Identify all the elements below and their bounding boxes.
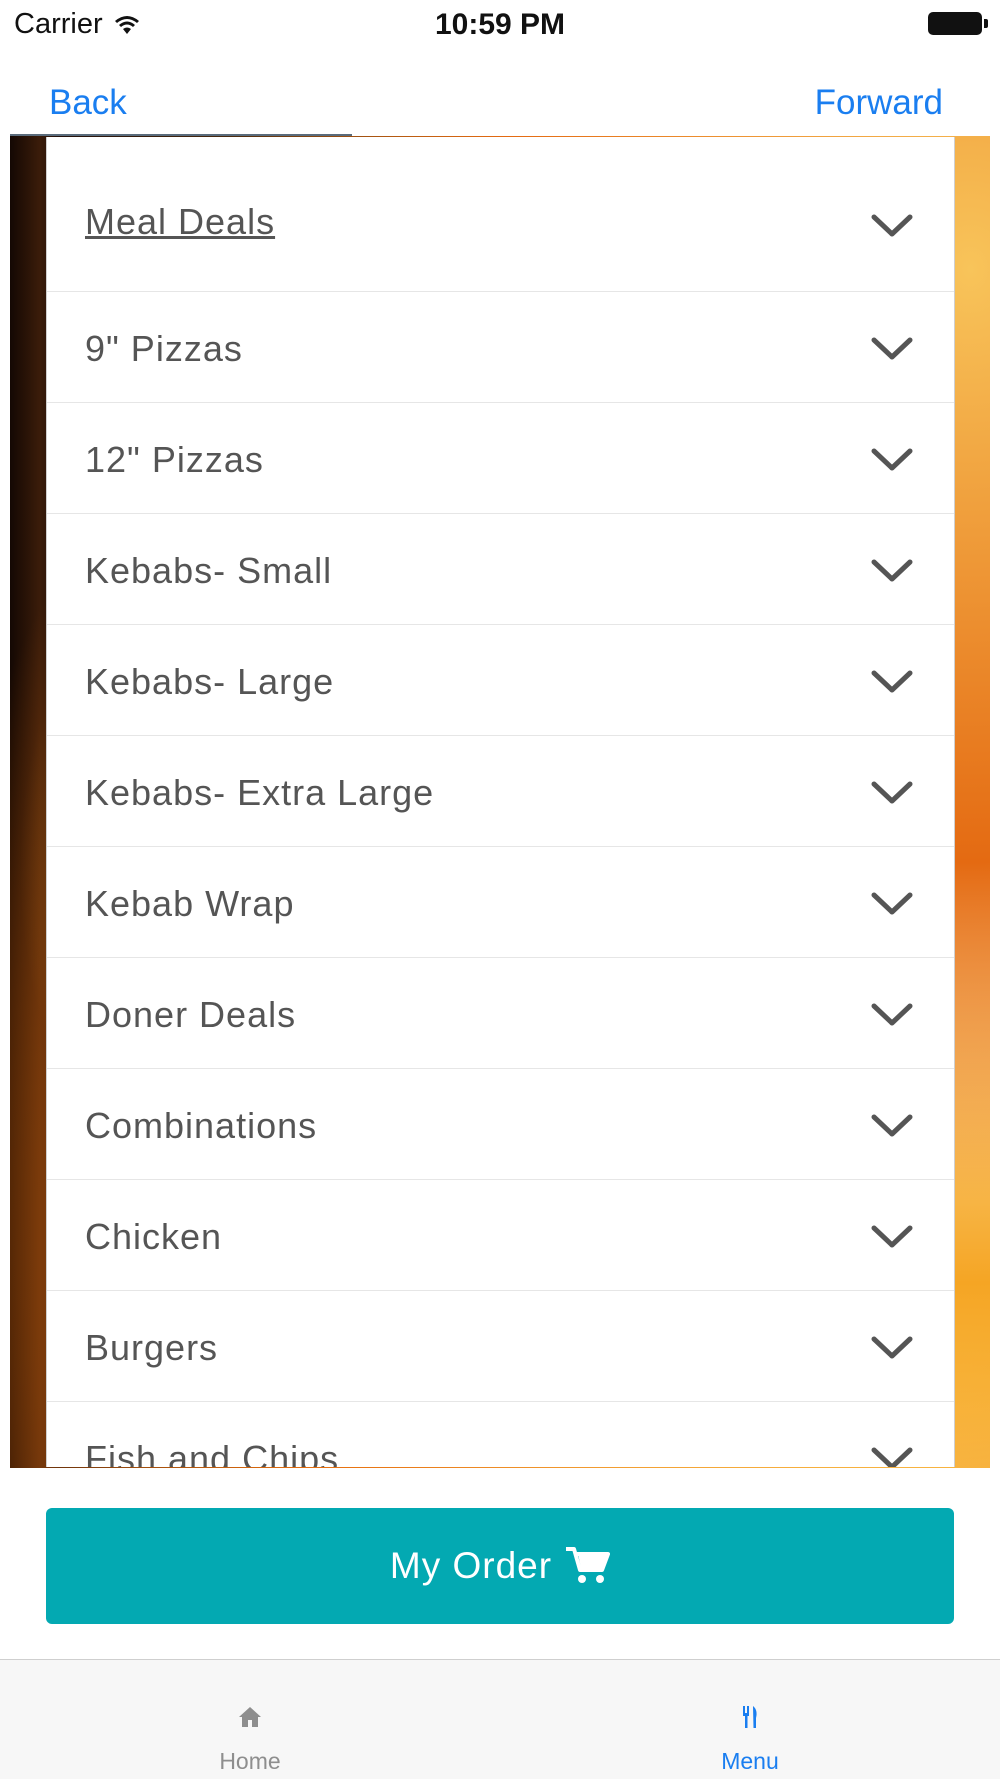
menu-category-item[interactable]: Chicken bbox=[47, 1180, 954, 1291]
menu-category-list[interactable]: Meal Deals 9" Pizzas 12" Pizzas Kebabs- Sma… bbox=[46, 137, 955, 1467]
home-icon bbox=[239, 1707, 261, 1727]
menu-category-item[interactable]: Combinations bbox=[47, 1069, 954, 1180]
menu-category-item[interactable]: Meal Deals bbox=[47, 181, 954, 292]
tab-bar: Home Menu bbox=[0, 1659, 1000, 1779]
menu-category-item[interactable]: Kebabs- Large bbox=[47, 625, 954, 736]
menu-category-label: 9" Pizzas bbox=[85, 328, 243, 369]
my-order-label: My Order bbox=[389, 1545, 553, 1586]
navigation-bar: Back Forward bbox=[0, 50, 1000, 136]
my-order-button[interactable]: My Order bbox=[46, 1508, 954, 1624]
chevron-down-icon[interactable] bbox=[870, 1224, 914, 1250]
menu-category-label: Chicken bbox=[85, 1216, 223, 1257]
chevron-down-icon[interactable] bbox=[870, 1446, 914, 1467]
menu-category-item[interactable]: Doner Deals bbox=[47, 958, 954, 1069]
tab-home-label: Home bbox=[219, 1748, 281, 1774]
tab-menu[interactable]: Menu bbox=[500, 1660, 1000, 1779]
status-bar: Carrier 10:59 PM bbox=[0, 0, 1000, 50]
chevron-down-icon[interactable] bbox=[870, 780, 914, 806]
tab-home[interactable]: Home bbox=[0, 1660, 500, 1779]
tab-menu-label: Menu bbox=[721, 1748, 779, 1774]
status-time: 10:59 PM bbox=[434, 8, 566, 41]
menu-category-label: 12" Pizzas bbox=[85, 439, 264, 480]
menu-category-label: Fish and Chips bbox=[85, 1438, 340, 1467]
menu-category-label: Kebabs- Small bbox=[85, 550, 333, 591]
menu-category-item[interactable]: Kebabs- Extra Large bbox=[47, 736, 954, 847]
menu-category-label: Meal Deals bbox=[85, 201, 276, 242]
menu-category-label: Kebabs- Large bbox=[85, 661, 335, 702]
battery-icon bbox=[928, 12, 988, 35]
menu-category-item[interactable]: Fish and Chips bbox=[47, 1402, 954, 1467]
menu-category-label: Kebabs- Extra Large bbox=[85, 772, 435, 813]
chevron-down-icon[interactable] bbox=[870, 1335, 914, 1361]
utensils-icon bbox=[743, 1706, 757, 1728]
chevron-down-icon[interactable] bbox=[870, 669, 914, 695]
menu-category-label: Doner Deals bbox=[85, 994, 297, 1035]
chevron-down-icon[interactable] bbox=[870, 336, 914, 362]
menu-category-label: Kebab Wrap bbox=[85, 883, 295, 924]
menu-category-item[interactable]: 12" Pizzas bbox=[47, 403, 954, 514]
menu-category-item[interactable]: Kebabs- Small bbox=[47, 514, 954, 625]
chevron-down-icon[interactable] bbox=[870, 1113, 914, 1139]
back-button[interactable]: Back bbox=[49, 83, 127, 123]
menu-category-item[interactable]: 9" Pizzas bbox=[47, 292, 954, 403]
forward-button[interactable]: Forward bbox=[815, 83, 943, 123]
chevron-down-icon[interactable] bbox=[870, 1002, 914, 1028]
chevron-down-icon[interactable] bbox=[870, 558, 914, 584]
menu-category-item[interactable]: Burgers bbox=[47, 1291, 954, 1402]
chevron-down-icon[interactable] bbox=[870, 213, 914, 239]
chevron-down-icon[interactable] bbox=[870, 891, 914, 917]
menu-category-label: Burgers bbox=[85, 1327, 219, 1368]
menu-category-item[interactable]: Kebab Wrap bbox=[47, 847, 954, 958]
menu-category-label: Combinations bbox=[85, 1105, 318, 1146]
chevron-down-icon[interactable] bbox=[870, 447, 914, 473]
cart-icon bbox=[566, 1547, 611, 1583]
